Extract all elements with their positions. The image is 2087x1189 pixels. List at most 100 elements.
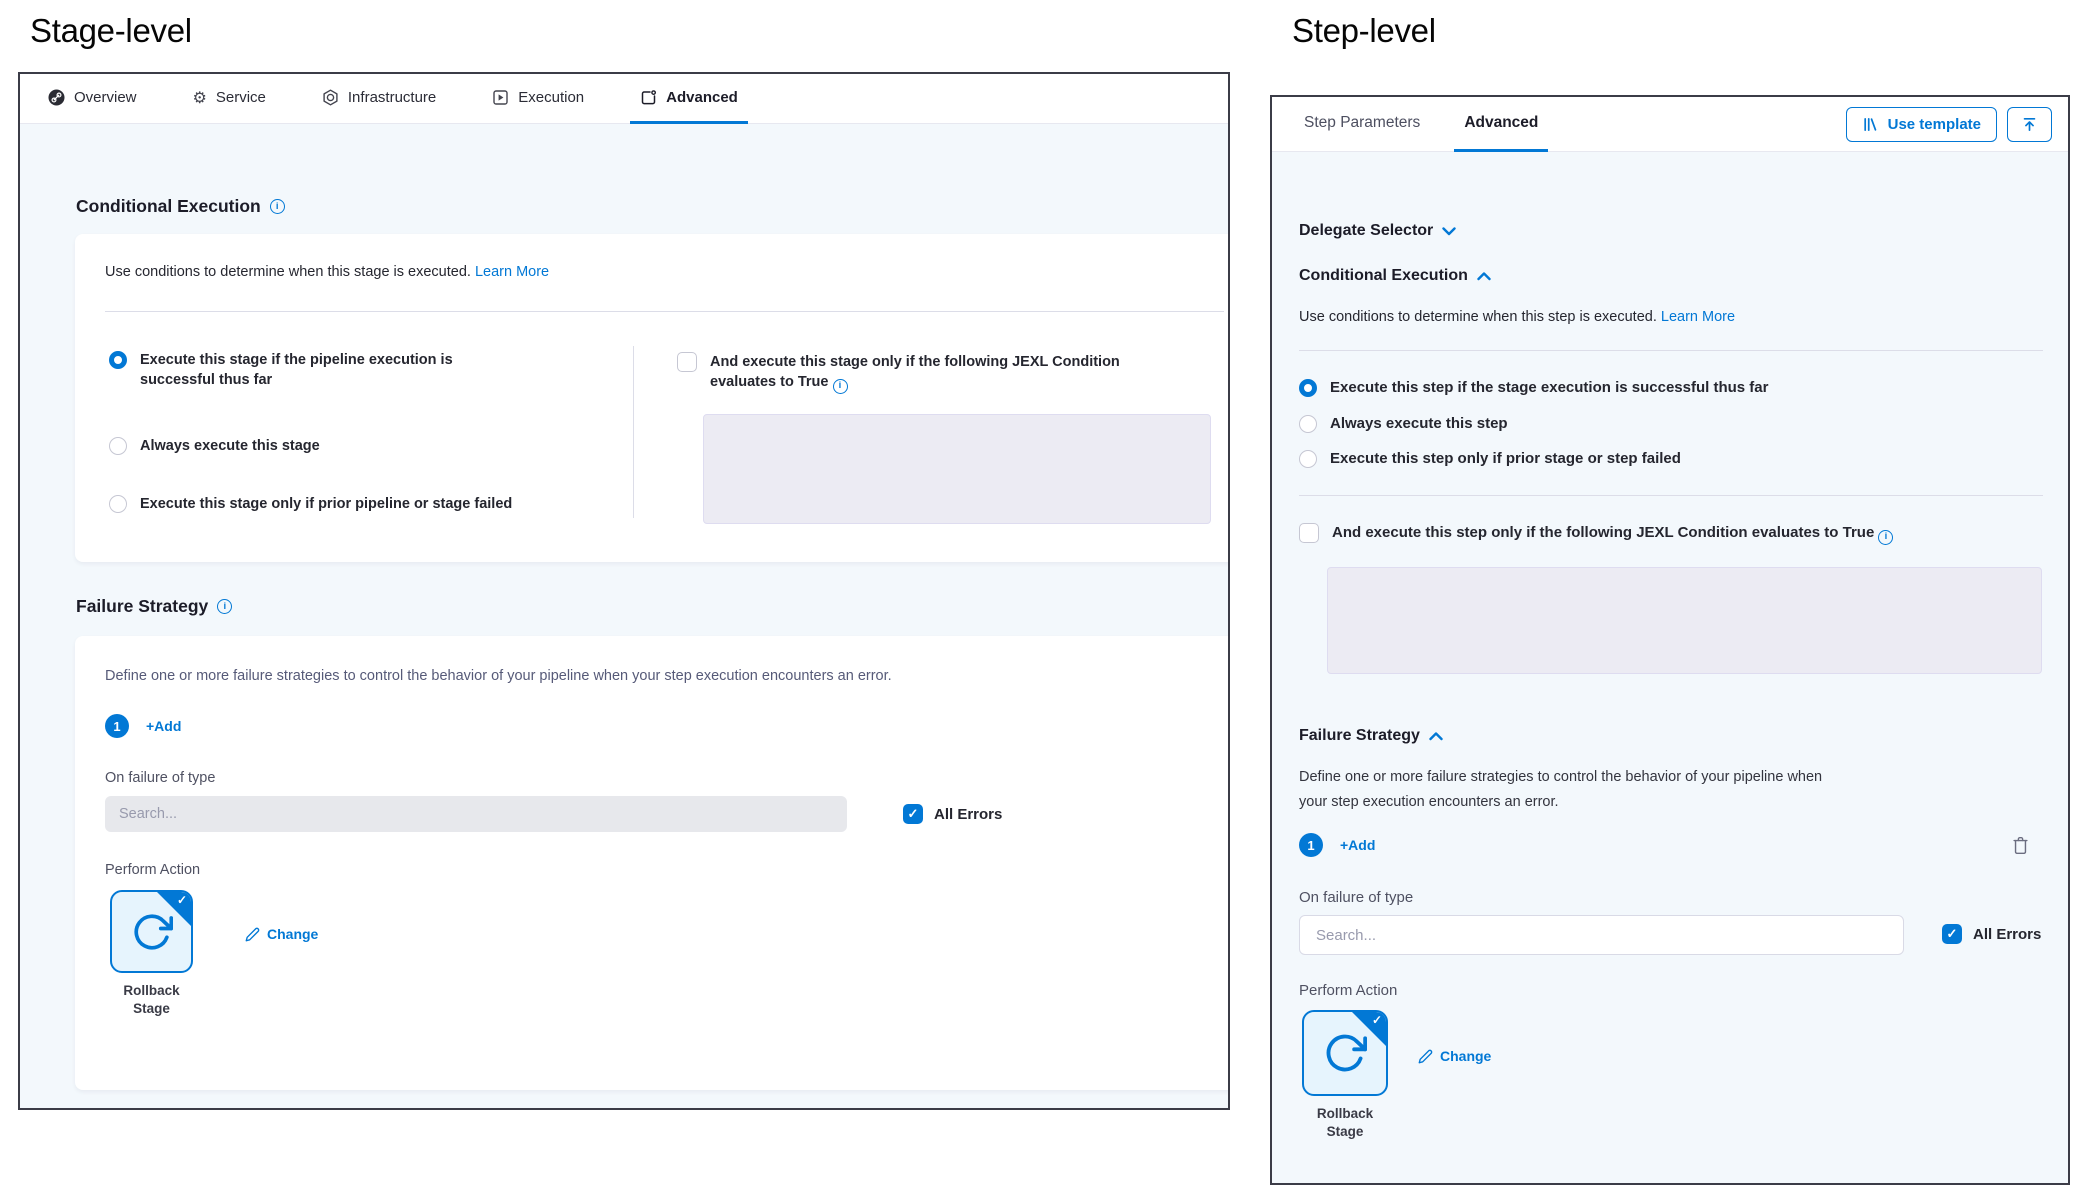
strategy-tabs-row: 1 +Add bbox=[1299, 833, 1375, 857]
failure-type-search-input[interactable] bbox=[105, 796, 847, 832]
radio-label: Execute this stage only if prior pipelin… bbox=[140, 494, 512, 514]
all-errors-label: All Errors bbox=[934, 806, 1002, 823]
conditional-execution-heading[interactable]: Conditional Execution bbox=[1299, 267, 1491, 285]
all-errors-label: All Errors bbox=[1973, 926, 2041, 943]
advanced-icon bbox=[640, 89, 657, 106]
radio-selected[interactable] bbox=[109, 351, 127, 369]
rollback-stage-label: Rollback Stage bbox=[110, 982, 193, 1018]
tab-overview[interactable]: Overview bbox=[38, 74, 147, 124]
all-errors-option[interactable]: ✓ All Errors bbox=[1942, 924, 2041, 944]
infrastructure-icon bbox=[322, 89, 339, 106]
change-action-button[interactable]: Change bbox=[245, 926, 318, 942]
rollback-stage-action-card[interactable]: ✓ bbox=[1302, 1010, 1388, 1096]
radio-unselected[interactable] bbox=[1299, 415, 1317, 433]
info-icon[interactable]: i bbox=[1878, 530, 1893, 545]
radio-option-row[interactable]: Execute this stage only if prior pipelin… bbox=[109, 494, 549, 514]
radio-option-row[interactable]: Execute this stage if the pipeline execu… bbox=[109, 350, 509, 390]
step-level-title: Step-level bbox=[1292, 12, 1436, 50]
jexl-checkbox[interactable]: ✓ bbox=[1299, 523, 1319, 543]
radio-option-row[interactable]: Always execute this step bbox=[1299, 414, 1999, 434]
tab-service[interactable]: ⚙ Service bbox=[183, 74, 276, 124]
divider bbox=[105, 311, 1224, 312]
jexl-condition-input[interactable] bbox=[703, 414, 1211, 524]
jexl-checkbox-row[interactable]: ✓ And execute this step only if the foll… bbox=[1299, 523, 2039, 545]
radio-option-row[interactable]: Execute this step only if prior stage or… bbox=[1299, 449, 1999, 469]
radio-label: Execute this step if the stage execution… bbox=[1330, 378, 1768, 398]
radio-option-row[interactable]: Execute this step if the stage execution… bbox=[1299, 378, 1999, 398]
conditional-execution-heading: Conditional Execution i bbox=[76, 196, 285, 217]
strategy-tabs-row: 1 +Add bbox=[105, 714, 181, 738]
rollback-stage-action-card[interactable]: ✓ bbox=[110, 890, 193, 973]
chevron-up-icon bbox=[1429, 732, 1443, 741]
failure-strategy-description: Define one or more failure strategies to… bbox=[1299, 765, 1844, 815]
radio-label: Always execute this step bbox=[1330, 414, 1508, 434]
pencil-icon bbox=[1418, 1049, 1433, 1064]
rollback-icon bbox=[1323, 1031, 1367, 1075]
radio-unselected[interactable] bbox=[1299, 450, 1317, 468]
execution-icon bbox=[492, 89, 509, 106]
tab-advanced[interactable]: Advanced bbox=[1454, 97, 1548, 152]
conditional-execution-card: Use conditions to determine when this st… bbox=[75, 234, 1230, 562]
info-icon[interactable]: i bbox=[217, 599, 232, 614]
chevron-up-icon bbox=[1477, 272, 1491, 281]
delete-strategy-icon[interactable] bbox=[2012, 836, 2029, 855]
tab-label: Advanced bbox=[1464, 114, 1538, 132]
tab-infrastructure[interactable]: Infrastructure bbox=[312, 74, 446, 124]
vertical-divider bbox=[633, 346, 634, 518]
perform-action-label: Perform Action bbox=[105, 862, 200, 878]
upload-arrow-icon bbox=[2021, 116, 2038, 133]
rollback-icon bbox=[131, 911, 173, 953]
failure-strategy-description: Define one or more failure strategies to… bbox=[105, 668, 892, 684]
step-content: Delegate Selector Conditional Execution … bbox=[1272, 152, 2068, 1183]
delegate-selector-heading[interactable]: Delegate Selector bbox=[1299, 222, 1456, 240]
perform-action-label: Perform Action bbox=[1299, 982, 1397, 999]
on-failure-label: On failure of type bbox=[105, 770, 215, 786]
jexl-condition-input[interactable] bbox=[1327, 567, 2042, 674]
chevron-down-icon bbox=[1442, 227, 1456, 236]
all-errors-option[interactable]: ✓ All Errors bbox=[903, 804, 1002, 824]
use-template-button[interactable]: Use template bbox=[1846, 107, 1997, 142]
add-strategy-button[interactable]: +Add bbox=[1340, 837, 1375, 853]
radio-unselected[interactable] bbox=[109, 495, 127, 513]
change-action-button[interactable]: Change bbox=[1418, 1048, 1491, 1064]
jexl-checkbox-row[interactable]: ✓ And execute this stage only if the fol… bbox=[677, 352, 1217, 394]
pencil-icon bbox=[245, 927, 260, 942]
failure-type-search-input[interactable] bbox=[1299, 915, 1904, 955]
info-icon[interactable]: i bbox=[270, 199, 285, 214]
radio-selected[interactable] bbox=[1299, 379, 1317, 397]
radio-unselected[interactable] bbox=[109, 437, 127, 455]
conditional-execution-description: Use conditions to determine when this st… bbox=[1299, 309, 1735, 325]
radio-label: Execute this stage if the pipeline execu… bbox=[140, 350, 485, 390]
tab-advanced[interactable]: Advanced bbox=[630, 74, 748, 124]
strategy-index-badge[interactable]: 1 bbox=[1299, 833, 1323, 857]
add-strategy-button[interactable]: +Add bbox=[146, 718, 181, 734]
template-library-icon bbox=[1862, 116, 1879, 133]
overview-icon bbox=[48, 89, 65, 106]
tab-step-parameters[interactable]: Step Parameters bbox=[1294, 97, 1430, 152]
radio-option-row[interactable]: Always execute this stage bbox=[109, 436, 509, 456]
jexl-checkbox[interactable]: ✓ bbox=[677, 352, 697, 372]
divider bbox=[1299, 350, 2043, 351]
strategy-index-badge[interactable]: 1 bbox=[105, 714, 129, 738]
stage-content: Conditional Execution i Use conditions t… bbox=[20, 124, 1228, 1108]
radio-label: Always execute this stage bbox=[140, 436, 320, 456]
tab-label: Execution bbox=[518, 89, 584, 106]
failure-strategy-heading: Failure Strategy i bbox=[76, 596, 232, 617]
tab-label: Overview bbox=[74, 89, 137, 106]
tab-execution[interactable]: Execution bbox=[482, 74, 594, 124]
radio-label: Execute this step only if prior stage or… bbox=[1330, 449, 1681, 469]
tab-label: Infrastructure bbox=[348, 89, 436, 106]
upgrade-template-button[interactable] bbox=[2007, 107, 2052, 142]
stage-tabbar: Overview ⚙ Service Infrastructure Execut… bbox=[20, 74, 1228, 124]
jexl-label: And execute this step only if the follow… bbox=[1332, 523, 1893, 545]
stage-level-title: Stage-level bbox=[30, 12, 192, 50]
learn-more-link[interactable]: Learn More bbox=[1661, 309, 1735, 325]
all-errors-checkbox[interactable]: ✓ bbox=[903, 804, 923, 824]
learn-more-link[interactable]: Learn More bbox=[475, 264, 549, 280]
all-errors-checkbox[interactable]: ✓ bbox=[1942, 924, 1962, 944]
gear-icon: ⚙ bbox=[193, 88, 207, 108]
info-icon[interactable]: i bbox=[833, 379, 848, 394]
divider bbox=[1299, 495, 2043, 496]
failure-strategy-heading[interactable]: Failure Strategy bbox=[1299, 727, 1443, 745]
page: Stage-level Step-level Overview ⚙ Servic… bbox=[0, 0, 2087, 1189]
